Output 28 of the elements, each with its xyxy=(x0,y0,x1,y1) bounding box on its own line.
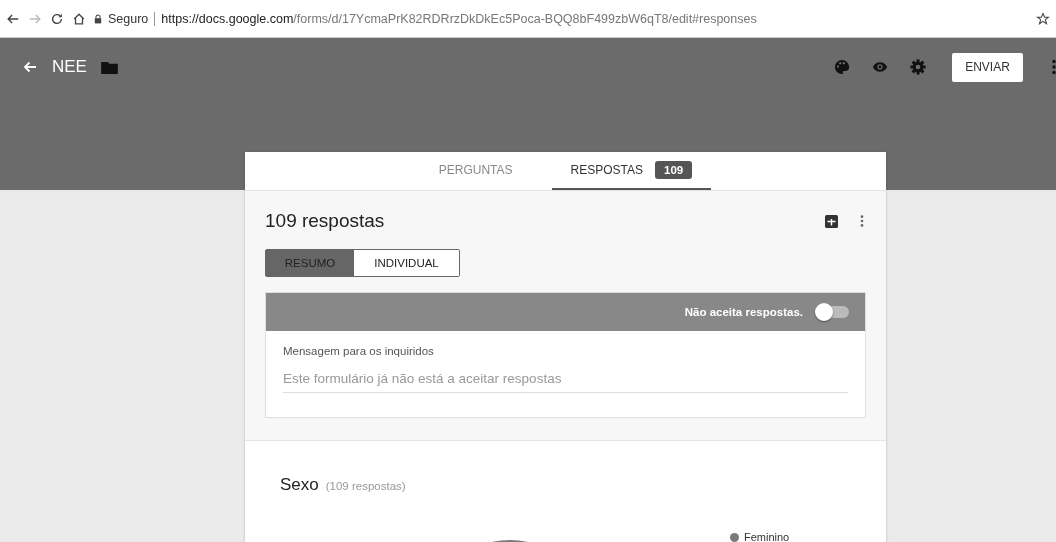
security-label: Seguro xyxy=(108,11,149,26)
form-title: NEE xyxy=(52,57,87,77)
response-count: (109 respostas) xyxy=(325,480,406,492)
send-button[interactable]: ENVIAR xyxy=(952,52,1023,82)
legend-label: Feminino xyxy=(744,531,790,542)
tab-label[interactable]: RESPOSTAS xyxy=(570,163,644,177)
count-badge: 109 xyxy=(655,161,693,179)
view-toggle-button[interactable]: INDIVIDUAL xyxy=(354,250,459,276)
home-icon[interactable] xyxy=(72,11,86,26)
reload-icon[interactable] xyxy=(50,11,64,26)
question-title: Sexo xyxy=(280,475,319,495)
address-url[interactable]: https://docs.google.com/forms/d/17YcmaPrK82RDRrzDkDkEc5Poca-BQQ8bF499zbW6qT8/edit#responses xyxy=(161,11,757,26)
more-icon[interactable] xyxy=(1052,59,1056,75)
lock-icon xyxy=(94,13,102,24)
palette-icon[interactable] xyxy=(834,59,850,75)
eye-icon[interactable] xyxy=(872,59,888,75)
message-label: Mensagem para os inquiridos xyxy=(283,345,435,357)
accepting-label: Não aceita respostas. xyxy=(684,306,803,318)
tab[interactable]: PERGUNTAS xyxy=(419,152,532,190)
folder-icon[interactable] xyxy=(100,60,118,74)
toggle-switch[interactable] xyxy=(817,306,849,318)
settings-icon[interactable] xyxy=(910,59,926,75)
responses-title: 109 respostas xyxy=(265,210,386,232)
tab[interactable]: RESPOSTAS 109 xyxy=(551,152,712,190)
tab-label[interactable]: PERGUNTAS xyxy=(438,163,513,177)
star-icon[interactable] xyxy=(1036,11,1050,26)
more-icon[interactable] xyxy=(860,214,864,228)
back-icon[interactable] xyxy=(22,59,38,75)
